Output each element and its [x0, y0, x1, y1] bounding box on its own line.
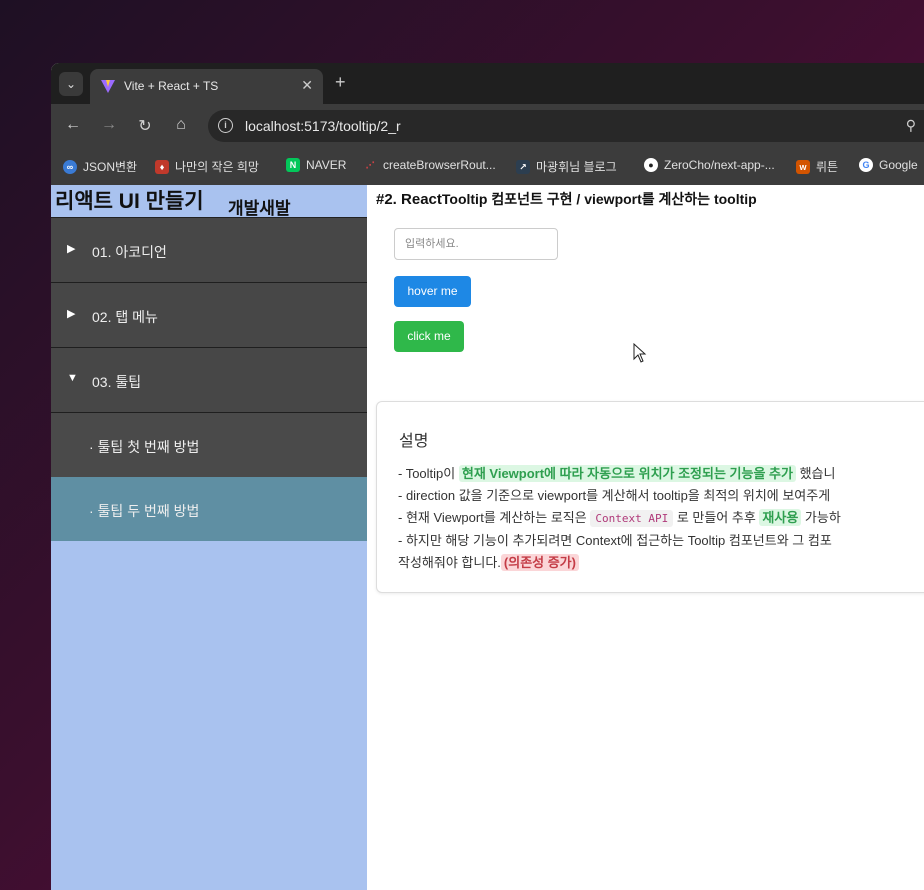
sidebar-item-tooltip[interactable]: ▼ 03. 툴팁 — [51, 348, 367, 413]
hover-me-button[interactable]: hover me — [394, 276, 471, 307]
back-icon[interactable]: ← — [63, 116, 83, 134]
highlight-green: 현재 Viewport에 따라 자동으로 위치가 조정되는 기능을 추가 — [458, 465, 796, 482]
desc-line-1: - Tooltip이 현재 Viewport에 따라 자동으로 위치가 조정되는… — [398, 463, 841, 485]
browser-tab[interactable]: Vite + React + TS ✕ — [90, 69, 323, 104]
bookmark-favicon-icon: ∞ — [63, 159, 77, 174]
page-title: #2. ReactTooltip 컴포넌트 구현 / viewport를 계산하… — [376, 189, 757, 209]
desc-text: 로 만들어 추후 — [673, 510, 760, 525]
highlight-green: 재사용 — [759, 509, 802, 526]
bookmark-google[interactable]: G Google — [859, 158, 918, 172]
caret-down-icon: ▼ — [67, 372, 78, 384]
wrtn-icon: w — [796, 159, 810, 174]
sidebar: 리액트 UI 만들기 개발새발 ▶ 01. 아코디언 ▶ 02. 탭 메뉴 ▼ … — [51, 185, 367, 890]
description-text: - Tooltip이 현재 Viewport에 따라 자동으로 위치가 조정되는… — [398, 463, 841, 574]
desc-text: 했습니 — [795, 466, 836, 481]
main-content: #2. ReactTooltip 컴포넌트 구현 / viewport를 계산하… — [367, 185, 924, 890]
sidebar-header: 리액트 UI 만들기 개발새발 — [51, 185, 367, 218]
bookmark-github[interactable]: ● ZeroCho/next-app-... — [644, 158, 775, 172]
sidebar-subitem-label: · 툴팁 두 번째 방법 — [89, 503, 200, 519]
sidebar-item-label: 03. 툴팁 — [92, 374, 142, 390]
bookmark-favicon-icon: ♦ — [155, 159, 169, 174]
sidebar-subitem-tooltip-2[interactable]: · 툴팁 두 번째 방법 — [51, 477, 367, 541]
click-me-button[interactable]: click me — [394, 321, 464, 352]
highlight-red: (의존성 증가) — [500, 554, 579, 571]
bookmark-label: 마광휘님 블로그 — [536, 160, 617, 174]
desc-text: - 현재 Viewport를 계산하는 로직은 — [398, 510, 591, 525]
caret-right-icon: ▶ — [67, 243, 76, 255]
desc-line-5: 작성해줘야 합니다. (의존성 증가) — [398, 552, 841, 574]
url-text: localhost:5173/tooltip/2_r — [245, 118, 401, 134]
vite-favicon-icon — [101, 80, 115, 93]
zoom-icon[interactable]: ⚲ — [906, 117, 916, 134]
mouse-cursor-icon — [633, 343, 647, 363]
card-title: 설명 — [399, 433, 429, 450]
sidebar-item-tab-menu[interactable]: ▶ 02. 탭 메뉴 — [51, 283, 367, 348]
desc-line-3: - 현재 Viewport를 계산하는 로직은 Context API 로 만들… — [398, 507, 841, 530]
sidebar-subitem-label: · 툴팁 첫 번째 방법 — [89, 439, 200, 455]
bookmark-json[interactable]: ∞ JSON변환 — [63, 158, 137, 175]
inline-code: Context API — [590, 510, 674, 527]
tab-strip: ⌄ Vite + React + TS ✕ + — [51, 63, 924, 104]
tab-search-icon[interactable]: ⌄ — [59, 72, 83, 96]
bookmark-router[interactable]: ⋰ createBrowserRout... — [363, 158, 496, 172]
react-router-icon: ⋰ — [365, 160, 375, 170]
desc-text: 작성해줘야 합니다. — [398, 555, 501, 570]
description-card: 설명 - Tooltip이 현재 Viewport에 따라 자동으로 위치가 조… — [376, 401, 924, 593]
tab-title: Vite + React + TS — [124, 79, 219, 93]
reload-icon[interactable]: ↻ — [135, 116, 155, 136]
browser-window: ⌄ Vite + React + TS ✕ + ← → ↻ ⌂ i localh… — [51, 63, 924, 890]
google-icon: G — [859, 158, 873, 172]
desc-text: - Tooltip이 — [398, 466, 459, 481]
bookmark-naver[interactable]: N NAVER — [286, 158, 346, 172]
caret-right-icon: ▶ — [67, 308, 76, 320]
page-title-sub: Tooltip 컴포넌트 구현 / viewport를 계산하는 tooltip — [441, 191, 757, 207]
bookmark-wrtn[interactable]: w 뤼튼 — [796, 158, 838, 175]
site-info-icon[interactable]: i — [218, 118, 233, 133]
desc-line-4: - 하지만 해당 기능이 추가되려면 Context에 접근하는 Tooltip… — [398, 533, 832, 548]
sidebar-item-label: 01. 아코디언 — [92, 244, 167, 260]
page-viewport: 리액트 UI 만들기 개발새발 ▶ 01. 아코디언 ▶ 02. 탭 메뉴 ▼ … — [51, 185, 924, 890]
sidebar-subtitle: 개발새발 — [228, 199, 291, 218]
bookmark-label: JSON변환 — [83, 160, 138, 174]
forward-icon[interactable]: → — [99, 116, 119, 134]
page-title-main: #2. React — [376, 191, 442, 208]
bookmark-label: 나만의 작은 희망 — [175, 160, 259, 174]
bookmark-label: ZeroCho/next-app-... — [664, 158, 775, 172]
sidebar-title: 리액트 UI 만들기 — [55, 190, 204, 213]
tab-close-icon[interactable]: ✕ — [301, 77, 313, 94]
bookmark-label: createBrowserRout... — [383, 158, 496, 172]
address-bar[interactable]: i localhost:5173/tooltip/2_r ⚲ — [208, 110, 924, 142]
browser-toolbar: ← → ↻ ⌂ i localhost:5173/tooltip/2_r ⚲ — [51, 104, 924, 149]
naver-icon: N — [286, 158, 300, 172]
new-tab-icon[interactable]: + — [335, 72, 346, 93]
github-icon: ● — [644, 158, 658, 172]
bookmark-blog[interactable]: ↗ 마광휘님 블로그 — [516, 158, 617, 175]
desc-line-2: - direction 값을 기준으로 viewport를 계산해서 toolt… — [398, 488, 831, 503]
input-placeholder: 입력하세요. — [405, 238, 459, 250]
bookmark-label: NAVER — [306, 158, 347, 172]
bookmark-favicon-icon: ↗ — [516, 159, 530, 174]
bookmark-label: 뤼튼 — [816, 160, 839, 174]
sidebar-item-accordion[interactable]: ▶ 01. 아코디언 — [51, 218, 367, 283]
bookmarks-bar: ∞ JSON변환 ♦ 나만의 작은 희망 N NAVER ⋰ createBro… — [51, 149, 924, 186]
bookmark-hope[interactable]: ♦ 나만의 작은 희망 — [155, 158, 259, 175]
sidebar-item-label: 02. 탭 메뉴 — [92, 309, 158, 325]
bookmark-label: Google — [879, 158, 918, 172]
text-input[interactable]: 입력하세요. — [394, 228, 558, 260]
desc-text: 가능하 — [801, 510, 841, 525]
home-icon[interactable]: ⌂ — [171, 116, 191, 134]
sidebar-subitem-tooltip-1[interactable]: · 툴팁 첫 번째 방법 — [51, 413, 367, 477]
